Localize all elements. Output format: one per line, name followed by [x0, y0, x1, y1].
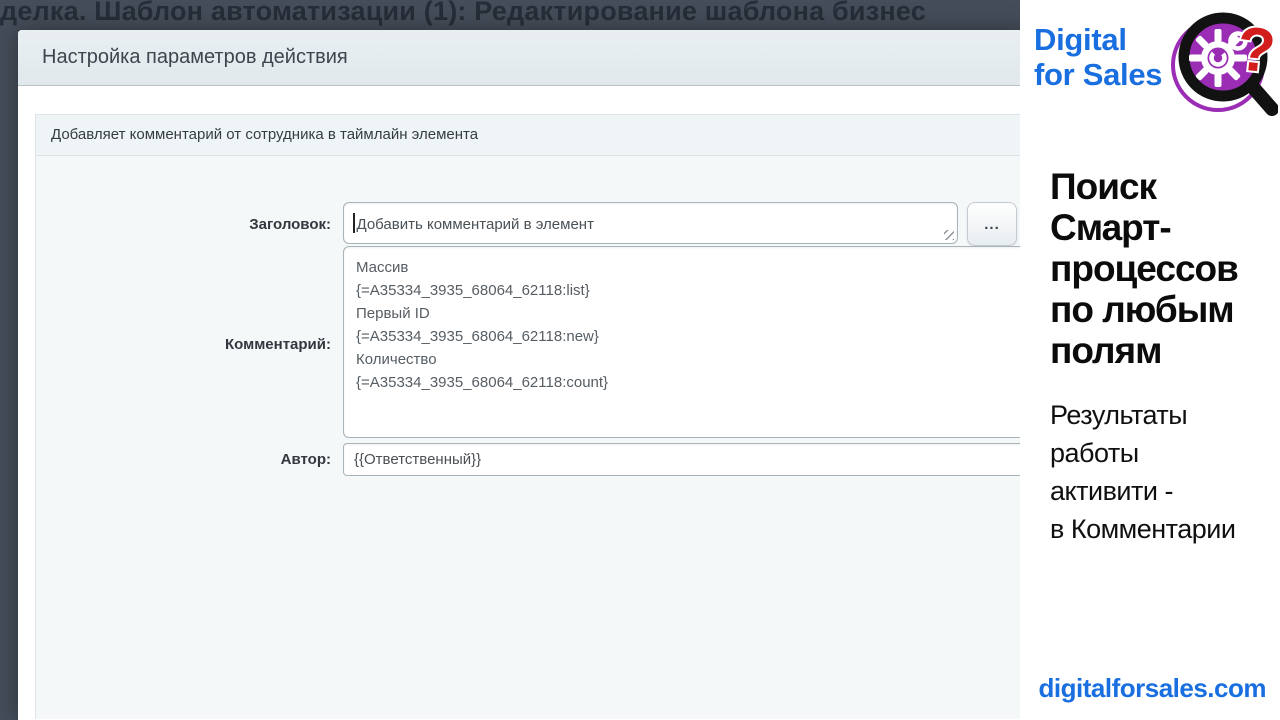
action-settings-dialog: Настройка параметров действия Добавляет … — [18, 30, 1030, 720]
action-settings-panel: Добавляет комментарий от сотрудника в та… — [35, 114, 1031, 719]
resize-handle-icon[interactable] — [944, 230, 954, 240]
dialog-header: Настройка параметров действия — [18, 30, 1030, 86]
title-input[interactable]: Добавить комментарий в элемент — [343, 202, 958, 244]
branding-sidebar: Digital for Sales — [1020, 0, 1280, 720]
brand-line-2: for Sales — [1034, 57, 1162, 92]
comment-input[interactable]: Массив {=A35334_3935_68064_62118:list} П… — [343, 246, 1043, 438]
action-description: Добавляет комментарий от сотрудника в та… — [36, 115, 1030, 156]
comment-field-controls: Массив {=A35334_3935_68064_62118:list} П… — [343, 246, 1043, 443]
comment-field-label: Комментарий: — [36, 336, 331, 353]
title-field-controls: Добавить комментарий в элемент ... — [343, 202, 1030, 246]
brand-line-1: Digital — [1034, 22, 1162, 57]
text-cursor — [353, 213, 355, 233]
action-settings-form: Заголовок: Добавить комментарий в элемен… — [36, 156, 1030, 476]
dialog-title: Настройка параметров действия — [42, 46, 348, 69]
author-input[interactable] — [343, 443, 1043, 476]
dialog-body: Добавляет комментарий от сотрудника в та… — [18, 86, 1030, 719]
title-input-value: Добавить комментарий в элемент — [357, 216, 594, 233]
background-page-title: делка. Шаблон автоматизации (1): Редакти… — [0, 0, 926, 27]
author-field-controls — [343, 443, 1043, 476]
website-link[interactable]: digitalforsales.com — [1039, 673, 1266, 704]
magnifier-gear-question-logo: ? — [1168, 4, 1278, 116]
svg-text:?: ? — [1234, 14, 1278, 87]
sidebar-heading: Поиск Смарт- процессов по любым полям — [1050, 166, 1275, 371]
brand-wordmark: Digital for Sales — [1034, 22, 1162, 92]
title-field-label: Заголовок: — [36, 216, 331, 233]
title-field-row: Заголовок: Добавить комментарий в элемен… — [36, 202, 1030, 246]
author-field-row: Автор: — [36, 443, 1030, 476]
insert-value-button[interactable]: ... — [967, 202, 1017, 246]
sidebar-subtext: Результаты работы активити - в Комментар… — [1050, 396, 1275, 548]
screenshot-stage: делка. Шаблон автоматизации (1): Редакти… — [0, 0, 1280, 720]
comment-field-row: Комментарий: Массив {=A35334_3935_68064_… — [36, 246, 1030, 443]
author-field-label: Автор: — [36, 451, 331, 468]
